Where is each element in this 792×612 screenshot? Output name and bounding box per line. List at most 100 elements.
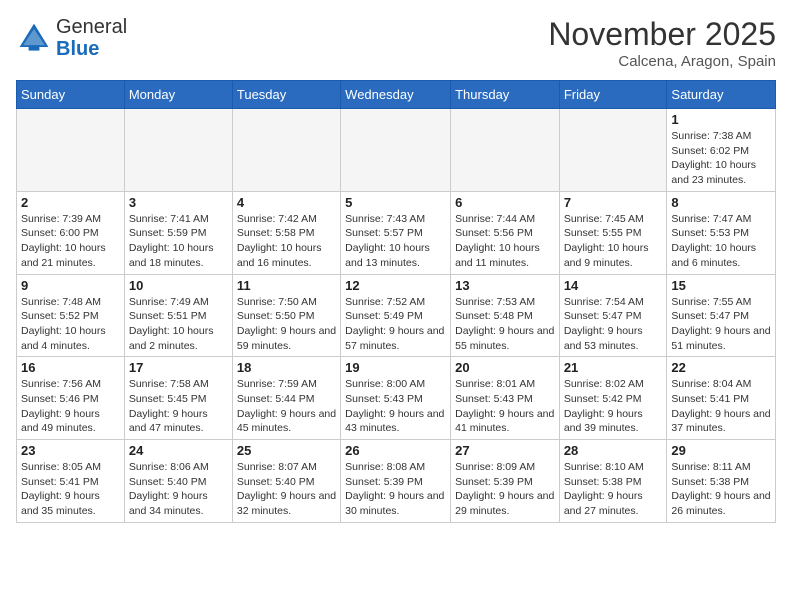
day-info: Sunrise: 7:53 AM Sunset: 5:48 PM Dayligh… [455,295,555,354]
day-number: 19 [345,360,446,375]
day-number: 8 [671,195,771,210]
calendar-cell: 25 Sunrise: 8:07 AM Sunset: 5:40 PM Dayli… [232,440,340,523]
day-number: 25 [237,443,336,458]
day-info: Sunrise: 7:56 AM Sunset: 5:46 PM Dayligh… [21,377,120,436]
day-info: Sunrise: 7:45 AM Sunset: 5:55 PM Dayligh… [564,212,663,271]
calendar-cell: 23 Sunrise: 8:05 AM Sunset: 5:41 PM Dayli… [17,440,125,523]
day-number: 4 [237,195,336,210]
day-number: 3 [129,195,228,210]
day-info: Sunrise: 7:47 AM Sunset: 5:53 PM Dayligh… [671,212,771,271]
day-number: 10 [129,278,228,293]
day-info: Sunrise: 8:09 AM Sunset: 5:39 PM Dayligh… [455,460,555,519]
calendar-cell: 5 Sunrise: 7:43 AM Sunset: 5:57 PM Daylig… [341,191,451,274]
day-info: Sunrise: 7:50 AM Sunset: 5:50 PM Dayligh… [237,295,336,354]
day-info: Sunrise: 8:00 AM Sunset: 5:43 PM Dayligh… [345,377,446,436]
calendar: SundayMondayTuesdayWednesdayThursdayFrid… [16,80,776,523]
calendar-cell: 6Sunrise: 7:44 AM Sunset: 5:56 PM Daylig… [451,191,560,274]
day-number: 16 [21,360,120,375]
calendar-cell: 21 Sunrise: 8:02 AM Sunset: 5:42 PM Dayli… [559,357,667,440]
logo-text: GeneralBlue [56,16,127,60]
day-info: Sunrise: 8:06 AM Sunset: 5:40 PM Dayligh… [129,460,228,519]
week-row-1: 2Sunrise: 7:39 AM Sunset: 6:00 PM Daylig… [17,191,776,274]
calendar-cell: 24 Sunrise: 8:06 AM Sunset: 5:40 PM Dayli… [124,440,232,523]
day-number: 9 [21,278,120,293]
location: Calcena, Aragon, Spain [548,53,776,70]
day-info: Sunrise: 7:38 AM Sunset: 6:02 PM Dayligh… [671,129,771,188]
week-row-4: 23 Sunrise: 8:05 AM Sunset: 5:41 PM Dayli… [17,440,776,523]
calendar-cell [559,109,667,192]
day-info: Sunrise: 7:42 AM Sunset: 5:58 PM Dayligh… [237,212,336,271]
calendar-cell [17,109,125,192]
day-number: 28 [564,443,663,458]
day-number: 20 [455,360,555,375]
day-number: 24 [129,443,228,458]
day-info: Sunrise: 7:52 AM Sunset: 5:49 PM Dayligh… [345,295,446,354]
day-number: 5 [345,195,446,210]
calendar-cell: 13 Sunrise: 7:53 AM Sunset: 5:48 PM Dayli… [451,274,560,357]
day-info: Sunrise: 8:08 AM Sunset: 5:39 PM Dayligh… [345,460,446,519]
day-number: 21 [564,360,663,375]
day-info: Sunrise: 8:05 AM Sunset: 5:41 PM Dayligh… [21,460,120,519]
week-row-0: 1 Sunrise: 7:38 AM Sunset: 6:02 PM Daylig… [17,109,776,192]
day-number: 14 [564,278,663,293]
calendar-cell: 1 Sunrise: 7:38 AM Sunset: 6:02 PM Daylig… [667,109,776,192]
weekday-header-tuesday: Tuesday [232,81,340,109]
day-number: 13 [455,278,555,293]
day-number: 11 [237,278,336,293]
logo: GeneralBlue [16,16,127,60]
page-header: GeneralBlue November 2025 Calcena, Arago… [16,16,776,70]
weekday-header-monday: Monday [124,81,232,109]
day-number: 1 [671,112,771,127]
calendar-cell: 12 Sunrise: 7:52 AM Sunset: 5:49 PM Dayli… [341,274,451,357]
calendar-cell: 29 Sunrise: 8:11 AM Sunset: 5:38 PM Dayli… [667,440,776,523]
calendar-cell: 8 Sunrise: 7:47 AM Sunset: 5:53 PM Daylig… [667,191,776,274]
calendar-cell: 27 Sunrise: 8:09 AM Sunset: 5:39 PM Dayli… [451,440,560,523]
day-info: Sunrise: 8:10 AM Sunset: 5:38 PM Dayligh… [564,460,663,519]
day-info: Sunrise: 8:01 AM Sunset: 5:43 PM Dayligh… [455,377,555,436]
calendar-cell: 11 Sunrise: 7:50 AM Sunset: 5:50 PM Dayli… [232,274,340,357]
calendar-cell: 4 Sunrise: 7:42 AM Sunset: 5:58 PM Daylig… [232,191,340,274]
day-info: Sunrise: 7:58 AM Sunset: 5:45 PM Dayligh… [129,377,228,436]
month-title: November 2025 [548,16,776,53]
day-number: 27 [455,443,555,458]
weekday-header-row: SundayMondayTuesdayWednesdayThursdayFrid… [17,81,776,109]
day-info: Sunrise: 8:04 AM Sunset: 5:41 PM Dayligh… [671,377,771,436]
logo-icon [16,20,52,56]
day-info: Sunrise: 7:43 AM Sunset: 5:57 PM Dayligh… [345,212,446,271]
weekday-header-friday: Friday [559,81,667,109]
day-number: 18 [237,360,336,375]
calendar-cell: 17Sunrise: 7:58 AM Sunset: 5:45 PM Dayli… [124,357,232,440]
day-number: 29 [671,443,771,458]
calendar-cell: 9 Sunrise: 7:48 AM Sunset: 5:52 PM Daylig… [17,274,125,357]
calendar-cell: 7Sunrise: 7:45 AM Sunset: 5:55 PM Daylig… [559,191,667,274]
calendar-cell: 22Sunrise: 8:04 AM Sunset: 5:41 PM Dayli… [667,357,776,440]
calendar-cell: 2Sunrise: 7:39 AM Sunset: 6:00 PM Daylig… [17,191,125,274]
calendar-cell: 19 Sunrise: 8:00 AM Sunset: 5:43 PM Dayli… [341,357,451,440]
calendar-cell: 18 Sunrise: 7:59 AM Sunset: 5:44 PM Dayli… [232,357,340,440]
day-info: Sunrise: 7:59 AM Sunset: 5:44 PM Dayligh… [237,377,336,436]
day-info: Sunrise: 7:41 AM Sunset: 5:59 PM Dayligh… [129,212,228,271]
day-number: 12 [345,278,446,293]
calendar-cell: 15 Sunrise: 7:55 AM Sunset: 5:47 PM Dayli… [667,274,776,357]
day-number: 15 [671,278,771,293]
title-block: November 2025 Calcena, Aragon, Spain [548,16,776,70]
calendar-cell: 10Sunrise: 7:49 AM Sunset: 5:51 PM Dayli… [124,274,232,357]
day-number: 2 [21,195,120,210]
day-info: Sunrise: 7:54 AM Sunset: 5:47 PM Dayligh… [564,295,663,354]
week-row-3: 16 Sunrise: 7:56 AM Sunset: 5:46 PM Dayli… [17,357,776,440]
day-info: Sunrise: 7:55 AM Sunset: 5:47 PM Dayligh… [671,295,771,354]
calendar-cell: 20 Sunrise: 8:01 AM Sunset: 5:43 PM Dayli… [451,357,560,440]
day-info: Sunrise: 8:02 AM Sunset: 5:42 PM Dayligh… [564,377,663,436]
day-number: 23 [21,443,120,458]
day-info: Sunrise: 7:48 AM Sunset: 5:52 PM Dayligh… [21,295,120,354]
day-info: Sunrise: 8:11 AM Sunset: 5:38 PM Dayligh… [671,460,771,519]
weekday-header-wednesday: Wednesday [341,81,451,109]
calendar-cell [451,109,560,192]
calendar-cell [341,109,451,192]
weekday-header-sunday: Sunday [17,81,125,109]
calendar-cell [232,109,340,192]
weekday-header-saturday: Saturday [667,81,776,109]
day-info: Sunrise: 7:44 AM Sunset: 5:56 PM Dayligh… [455,212,555,271]
day-info: Sunrise: 8:07 AM Sunset: 5:40 PM Dayligh… [237,460,336,519]
week-row-2: 9 Sunrise: 7:48 AM Sunset: 5:52 PM Daylig… [17,274,776,357]
